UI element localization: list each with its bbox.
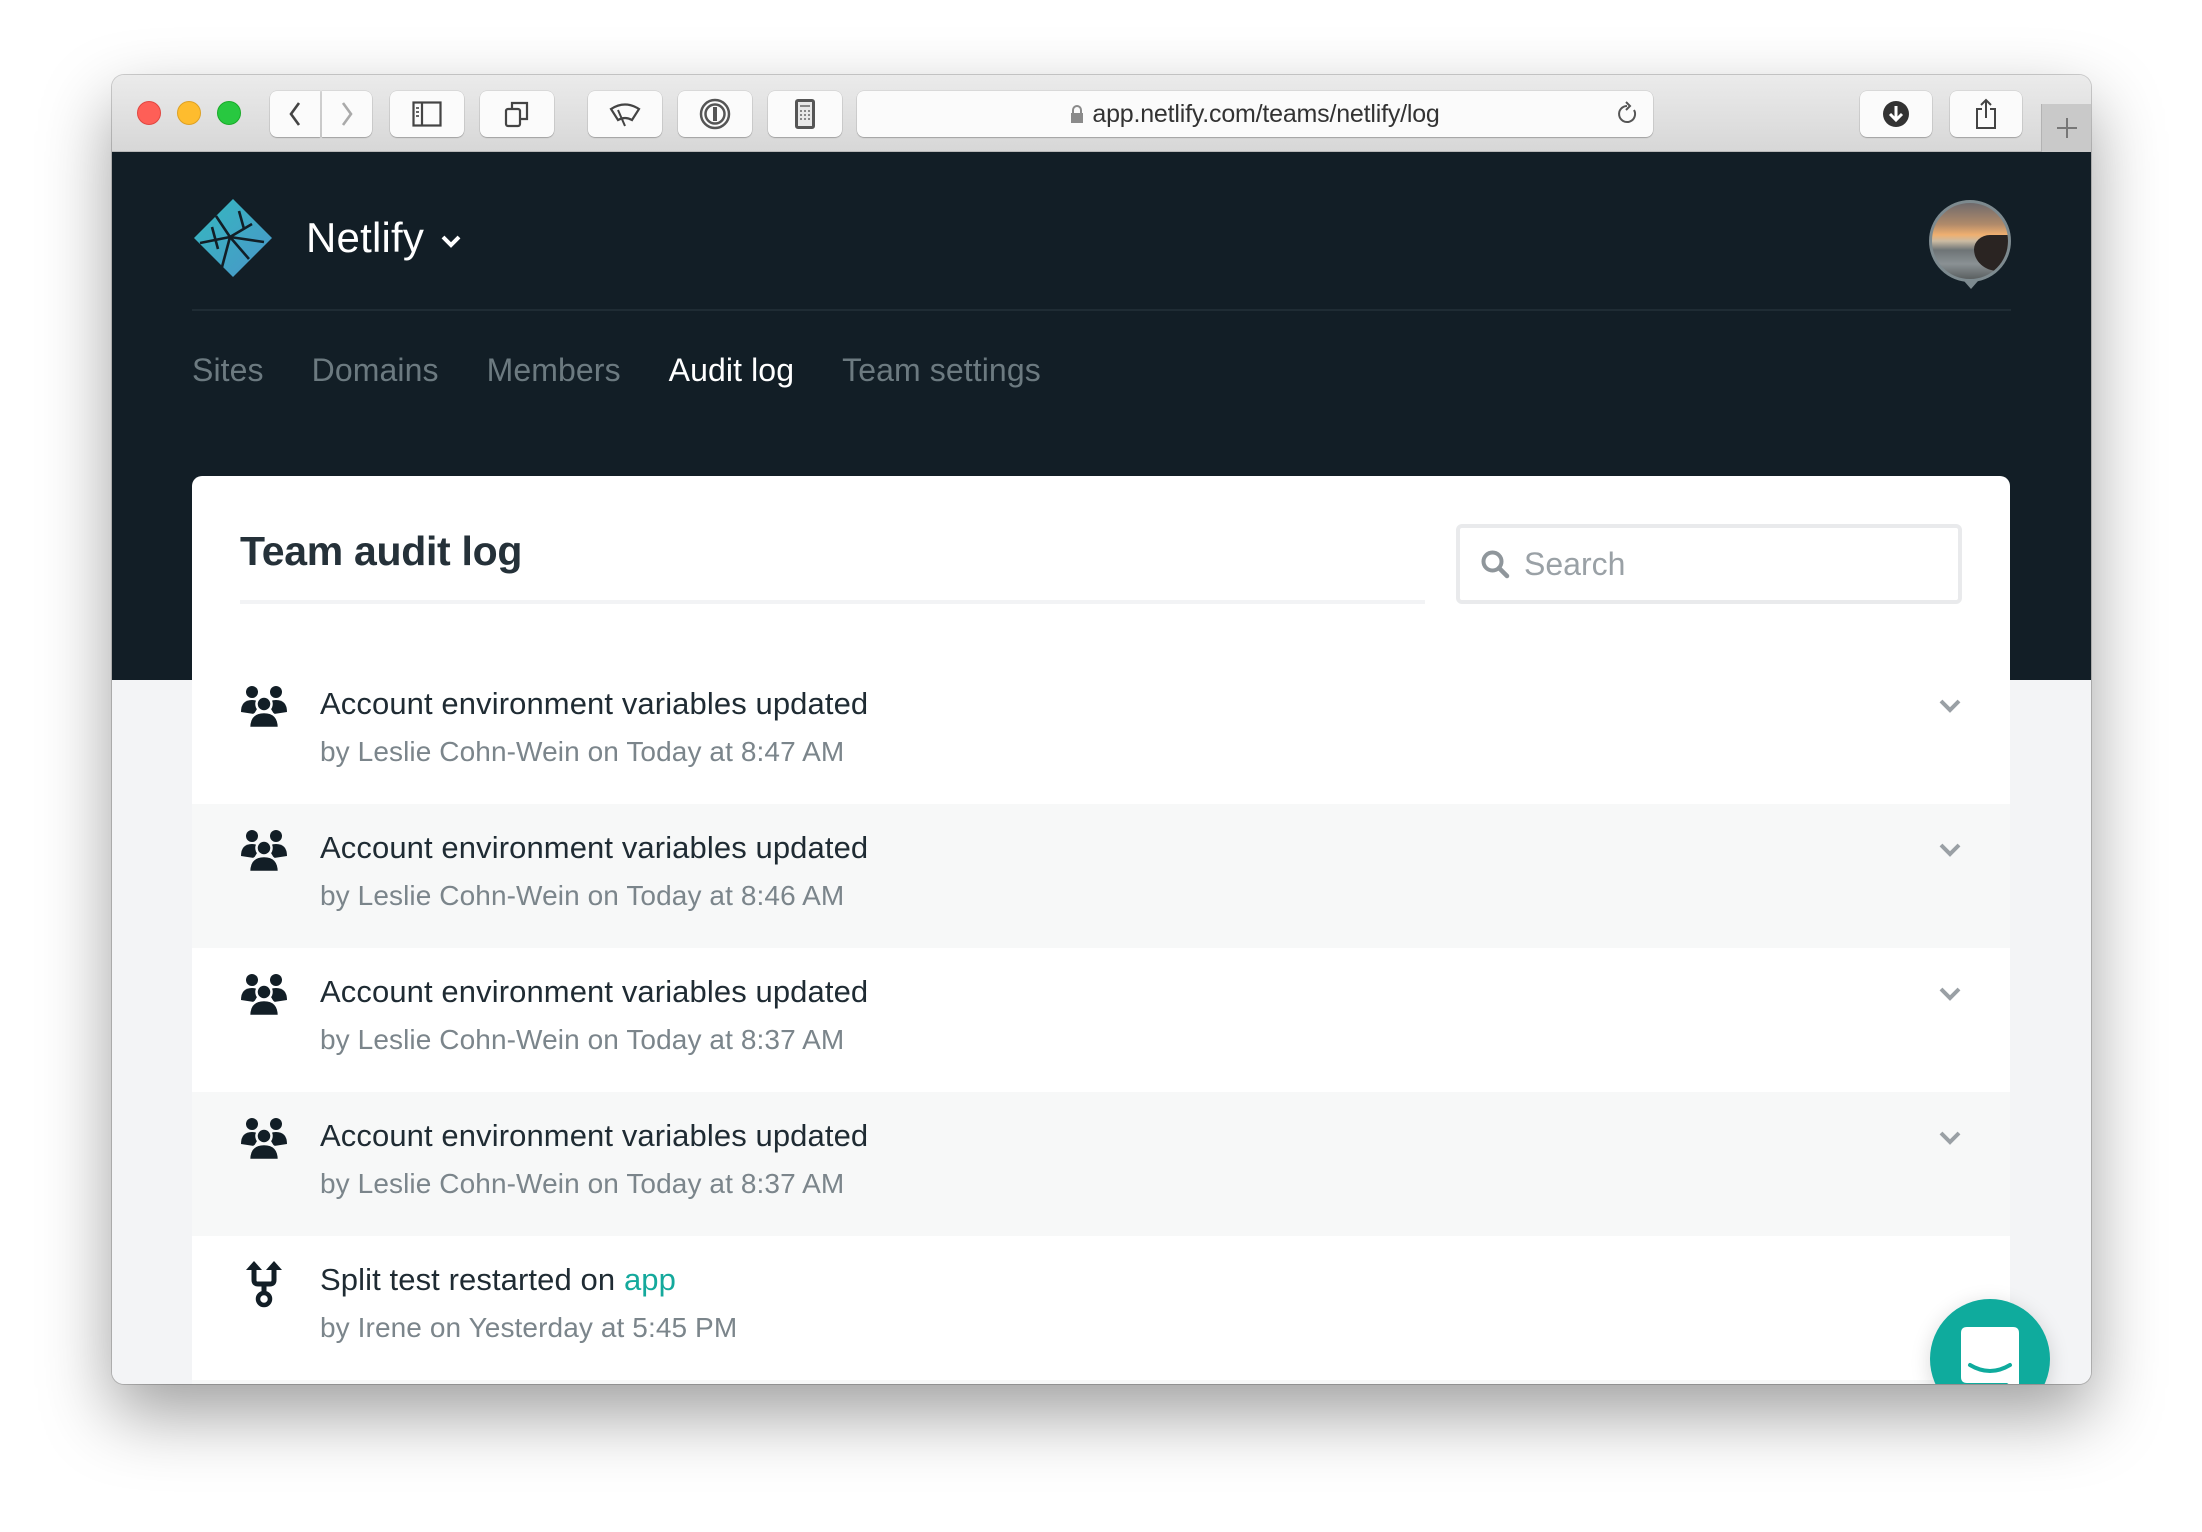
minimize-window-button[interactable] [177,101,201,125]
entry-title-text: Split test restarted on [320,1262,624,1297]
url-text: app.netlify.com/teams/netlify/log [1092,99,1440,128]
entry-meta: by Leslie Cohn-Wein on Today at 8:46 AM [320,880,845,911]
team-name: Netlify [306,214,425,261]
share-button[interactable] [1950,91,2022,137]
split-test-icon [246,1261,282,1308]
audit-entry[interactable]: Account environment variables updated by… [192,804,2010,948]
forward-icon [341,102,353,126]
lock-icon [1071,105,1084,123]
audit-entry[interactable]: Account environment variables updated by… [192,1092,2010,1236]
zoom-window-button[interactable] [217,101,241,125]
entry-title: Account environment variables updated [320,830,868,866]
sidebar-button[interactable] [390,91,464,137]
audit-entry-partial [192,1380,2010,1384]
header-divider [192,309,2011,311]
tab-overview-icon [504,101,529,128]
nav-domains[interactable]: Domains [312,352,439,389]
chevron-down-icon[interactable] [1938,698,1962,714]
extension-1password-button[interactable] [678,91,752,137]
forward-button[interactable] [322,91,372,137]
nav-audit-log[interactable]: Audit log [669,352,794,389]
reload-button[interactable] [1615,101,1639,132]
title-divider [240,600,1425,604]
audit-log-card: Team audit log Account environment varia… [192,476,2010,1384]
extension-calculator-button[interactable] [768,91,842,137]
chevron-down-icon[interactable] [1938,842,1962,858]
audit-entries: Account environment variables updated by… [192,660,2010,1384]
reload-icon [1618,101,1637,123]
back-button[interactable] [270,91,320,137]
extension-wiper-button[interactable] [588,91,662,137]
avatar-pointer [1964,281,1978,289]
entry-meta: by Irene on Yesterday at 5:45 PM [320,1312,738,1343]
entry-title-text: Account environment variables updated [320,1118,869,1153]
entry-title: Account environment variables updated [320,686,868,722]
site-link[interactable]: app [624,1262,676,1297]
plus-icon [2056,118,2077,138]
close-window-button[interactable] [137,101,161,125]
team-icon [241,686,287,728]
search-field[interactable] [1456,524,1962,604]
downloads-button[interactable] [1860,91,1932,137]
entry-title: Split test restarted on app [320,1262,676,1298]
audit-entry[interactable]: Split test restarted on app by Irene on … [192,1236,2010,1380]
team-icon [241,974,287,1016]
page: Netlify Sites Domains Members Audit log … [112,152,2091,1384]
entry-title-text: Account environment variables updated [320,974,869,1009]
1password-icon [699,98,731,130]
calculator-icon [795,99,815,129]
back-icon [289,102,301,126]
tab-overview-button[interactable] [480,91,554,137]
nav-sites[interactable]: Sites [192,352,264,389]
user-avatar[interactable] [1929,200,2011,282]
entry-title: Account environment variables updated [320,1118,868,1154]
team-switcher[interactable]: Netlify [192,197,462,279]
browser-toolbar: app.netlify.com/teams/netlify/log [112,75,2091,152]
entry-meta: by Leslie Cohn-Wein on Today at 8:37 AM [320,1024,845,1055]
new-tab-button[interactable] [2041,104,2091,152]
team-icon [241,830,287,872]
entry-title-text: Account environment variables updated [320,686,869,721]
team-nav: Sites Domains Members Audit log Team set… [192,352,1089,389]
netlify-logo-icon [194,199,272,277]
audit-entry[interactable]: Account environment variables updated by… [192,948,2010,1092]
sidebar-icon [412,101,442,127]
chevron-down-icon[interactable] [1938,986,1962,1002]
download-icon [1883,101,1909,127]
share-icon [1976,98,1996,129]
wiper-icon [609,103,641,127]
team-icon [241,1118,287,1160]
search-icon [1481,550,1510,579]
chevron-down-icon[interactable] [1938,1130,1962,1146]
entry-meta: by Leslie Cohn-Wein on Today at 8:47 AM [320,736,845,767]
chat-icon [1961,1327,2019,1384]
nav-team-settings[interactable]: Team settings [842,352,1041,389]
page-title: Team audit log [240,528,523,574]
entry-title: Account environment variables updated [320,974,868,1010]
audit-entry[interactable]: Account environment variables updated by… [192,660,2010,804]
address-bar[interactable]: app.netlify.com/teams/netlify/log [857,91,1653,137]
search-input[interactable] [1524,545,1904,583]
entry-title-text: Account environment variables updated [320,830,869,865]
entry-meta: by Leslie Cohn-Wein on Today at 8:37 AM [320,1168,845,1199]
nav-members[interactable]: Members [487,352,621,389]
chevron-down-icon [441,235,461,248]
browser-window: app.netlify.com/teams/netlify/log Netlif… [112,75,2091,1384]
